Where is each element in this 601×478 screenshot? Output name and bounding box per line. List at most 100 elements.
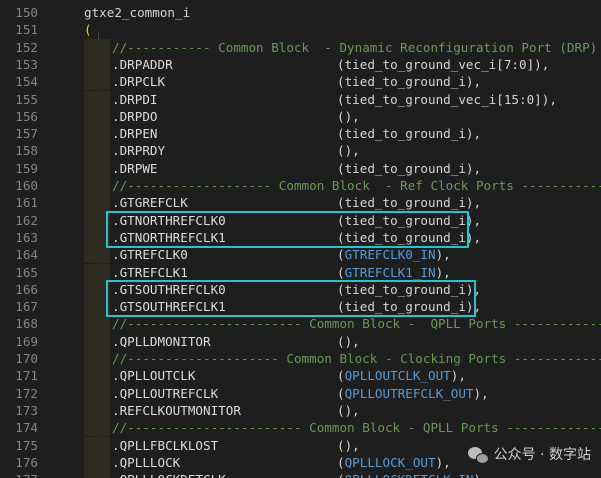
- code-line[interactable]: 170 //-------------------- Common Block -…: [0, 350, 601, 368]
- indent-whitespace-highlight: [84, 453, 110, 472]
- port-name: .GTGREFCLK: [112, 195, 188, 211]
- port-argument: (),: [337, 108, 360, 124]
- indent-whitespace-highlight: [84, 142, 110, 160]
- code-line[interactable]: 153 .DRPADDR (tied_to_ground_vec_i[7:0]),: [0, 55, 601, 74]
- line-number: 174: [15, 420, 38, 436]
- line-number: 169: [15, 333, 38, 349]
- code-line[interactable]: 172 .QPLLOUTREFCLK (QPLLOUTREFCLK_OUT),: [0, 384, 601, 402]
- code-line[interactable]: 154 .DRPCLK (tied_to_ground_i),: [0, 73, 601, 91]
- port-name: .QPLLLOCK: [112, 454, 181, 470]
- port-argument: (QPLLOUTCLK_OUT),: [337, 368, 466, 384]
- code-line[interactable]: 152 //----------- Common Block - Dynamic …: [0, 38, 601, 56]
- line-number: 166: [15, 281, 38, 297]
- port-argument: (QPLLLOCK_OUT),: [337, 454, 451, 470]
- code-line[interactable]: 155 .DRPDI (tied_to_ground_vec_i[15:0]),: [0, 90, 601, 108]
- code-line[interactable]: 160 //------------------- Common Block - …: [0, 177, 601, 195]
- line-number: 154: [15, 74, 38, 90]
- line-number: 172: [15, 385, 38, 401]
- code-line[interactable]: 157 .DRPEN (tied_to_ground_i),: [0, 125, 601, 143]
- line-number: 163: [15, 229, 38, 245]
- port-argument: (GTREFCLK0_IN),: [337, 247, 451, 263]
- code-line[interactable]: 164 .GTREFCLK0 (GTREFCLK0_IN),: [0, 246, 601, 264]
- watermark: 公众号 · 数字站: [467, 444, 591, 464]
- line-number: 151: [15, 22, 38, 38]
- port-argument: (),: [337, 333, 360, 349]
- port-argument: (tied_to_ground_i),: [337, 126, 482, 142]
- port-name: .DRPADDR: [112, 56, 173, 72]
- code-line[interactable]: 171 .QPLLOUTCLK (QPLLOUTCLK_OUT),: [0, 367, 601, 385]
- code-line[interactable]: 168 //----------------------- Common Bloc…: [0, 315, 601, 333]
- code-line[interactable]: 158 .DRPRDY (),: [0, 142, 601, 160]
- code-line[interactable]: 169 .QPLLDMONITOR (),: [0, 332, 601, 350]
- indent-whitespace-highlight: [84, 436, 110, 454]
- indent-whitespace-highlight: [84, 315, 110, 333]
- line-number: 150: [15, 5, 38, 20]
- line-number: 158: [15, 143, 38, 159]
- line-number: 153: [15, 56, 38, 72]
- port-name: .DRPDO: [112, 108, 158, 124]
- open-paren: (: [84, 22, 92, 38]
- line-number: 161: [15, 195, 38, 211]
- code-line[interactable]: 150 gtxe2_common_i: [0, 4, 601, 21]
- port-argument: (),: [337, 402, 360, 418]
- code-editor[interactable]: 150 gtxe2_common_i 151 (152 //----------- Co…: [0, 0, 601, 478]
- port-argument: (QPLLLOCKDETCLK_IN),: [337, 471, 489, 478]
- port-argument: (),: [337, 143, 360, 159]
- code-line[interactable]: 165 .GTREFCLK1 (GTREFCLK1_IN),: [0, 263, 601, 281]
- indent-whitespace-highlight: [84, 401, 110, 420]
- port-argument: (tied_to_ground_i),: [337, 74, 482, 90]
- port-name: .DRPEN: [112, 126, 158, 142]
- line-number: 177: [0, 471, 38, 478]
- line-number: 152: [15, 39, 38, 55]
- comment: //-------------------- Common Block - Cl…: [112, 351, 601, 366]
- port-name: .QPLLFBCLKLOST: [112, 437, 219, 453]
- line-number: 168: [15, 316, 38, 332]
- indent-whitespace-highlight: [84, 419, 110, 437]
- code-line[interactable]: 174 //----------------------- Common Bloc…: [0, 419, 601, 437]
- comment: //------------------- Common Block - Ref…: [112, 178, 601, 193]
- port-name: .QPLLOUTCLK: [112, 368, 196, 384]
- port-argument: (tied_to_ground_i),: [337, 195, 482, 211]
- comment: //----------------------- Common Block -…: [112, 420, 601, 436]
- code-line[interactable]: 151 (: [0, 21, 601, 38]
- line-number: 160: [15, 178, 38, 193]
- indent-whitespace-highlight: [84, 471, 110, 478]
- line-number: 164: [15, 247, 38, 263]
- code-line[interactable]: 173 .REFCLKOUTMONITOR (),: [0, 401, 601, 420]
- indent-whitespace-highlight: [84, 107, 110, 126]
- code-line[interactable]: 159 .DRPWE (tied_to_ground_i),: [0, 159, 601, 177]
- port-name: .DRPRDY: [112, 143, 166, 159]
- comment: //----------------------- Common Block -…: [112, 316, 601, 332]
- instance-name: gtxe2_common_i: [84, 5, 191, 20]
- port-name: .QPLLLOCKDETCLK: [112, 471, 226, 478]
- indent-whitespace-highlight: [84, 246, 110, 264]
- port-name: .GTREFCLK1: [112, 264, 188, 280]
- comment: //----------- Common Block - Dynamic Rec…: [112, 39, 601, 55]
- indent-whitespace-highlight: [84, 159, 110, 177]
- watermark-text: 公众号 · 数字站: [493, 447, 591, 463]
- port-name: .DRPWE: [112, 160, 158, 176]
- line-number: 175: [15, 437, 38, 453]
- indent-whitespace-highlight: [84, 367, 110, 385]
- line-number: 155: [15, 91, 38, 107]
- line-number: 173: [15, 402, 38, 418]
- port-name: .QPLLOUTREFCLK: [112, 385, 219, 401]
- port-argument: (QPLLOUTREFCLK_OUT),: [337, 385, 489, 401]
- port-argument: (GTREFCLK1_IN),: [337, 264, 451, 280]
- indent-whitespace-highlight: [84, 350, 110, 368]
- indent-whitespace-highlight: [84, 90, 110, 108]
- line-number: 167: [15, 299, 38, 315]
- port-argument: (tied_to_ground_vec_i[7:0]),: [337, 56, 550, 72]
- indent-whitespace-highlight: [84, 125, 110, 143]
- code-line[interactable]: 156 .DRPDO (),: [0, 107, 601, 126]
- port-argument: (tied_to_ground_i),: [337, 160, 482, 176]
- indent-whitespace-highlight: [84, 194, 110, 212]
- line-number: 165: [15, 264, 38, 280]
- line-number: 171: [15, 368, 38, 384]
- port-argument: (tied_to_ground_vec_i[15:0]),: [337, 91, 557, 107]
- line-number: 156: [15, 108, 38, 124]
- indent-whitespace-highlight: [84, 73, 110, 91]
- highlight-box: [106, 279, 476, 318]
- code-line[interactable]: 161 .GTGREFCLK (tied_to_ground_i),: [0, 194, 601, 212]
- code-line[interactable]: 177 .QPLLLOCKDETCLK (QPLLLOCKDETCLK_IN),: [0, 471, 601, 478]
